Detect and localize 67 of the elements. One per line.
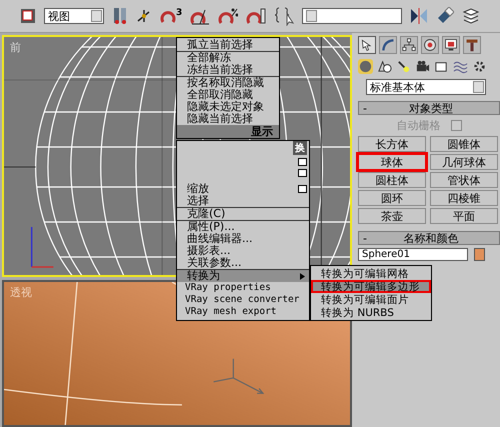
color-swatch[interactable] xyxy=(474,248,485,261)
hierarchy-tab-icon[interactable] xyxy=(400,36,418,54)
menu-item[interactable]: 选择 xyxy=(177,195,309,207)
menu-item[interactable]: 转换为 xyxy=(177,270,309,282)
transform-icon[interactable] xyxy=(136,8,152,24)
named-selection-field[interactable] xyxy=(302,8,402,24)
primitive-button[interactable]: 管状体 xyxy=(430,172,498,188)
primitive-button[interactable]: 圆柱体 xyxy=(358,172,426,188)
align-icon[interactable] xyxy=(436,7,454,25)
light-icon[interactable] xyxy=(396,59,411,74)
primitive-button[interactable]: 几何球体 xyxy=(430,154,498,170)
menu-item[interactable]: 属性(P)... xyxy=(177,221,309,233)
modify-tab-icon[interactable] xyxy=(379,36,397,54)
window-crossing-icon[interactable] xyxy=(20,8,36,24)
menu-item[interactable]: 隐藏未选定对象 xyxy=(177,101,279,113)
primitive-button[interactable]: 茶壶 xyxy=(358,208,426,224)
menu-item[interactable]: 全部取消隐藏 xyxy=(177,89,279,101)
menu-item[interactable]: 摄影表... xyxy=(177,245,309,257)
menu-item[interactable]: 隐藏当前选择 xyxy=(177,113,279,125)
angle-snap-icon[interactable] xyxy=(190,7,210,25)
autogrid-label: 自动栅格 xyxy=(396,118,440,133)
menu-item[interactable]: 按名称取消隐藏 xyxy=(177,77,279,89)
display-tab-icon[interactable] xyxy=(442,36,460,54)
square-icon xyxy=(298,158,307,166)
mirror-icon[interactable] xyxy=(410,7,428,25)
menu-item[interactable]: VRay properties xyxy=(177,282,309,294)
primitive-button[interactable]: 长方体 xyxy=(358,136,426,152)
menu-item[interactable]: VRay scene converter xyxy=(177,294,309,306)
menu-item[interactable]: 转换为可编辑多边形 xyxy=(311,280,431,293)
menu-item[interactable]: 缩放 xyxy=(177,183,309,195)
menu-item[interactable]: 孤立当前选择 xyxy=(177,39,279,51)
create-tab-icon[interactable] xyxy=(358,36,376,54)
menu-item[interactable]: 冻结当前选择 xyxy=(177,64,279,76)
square-icon xyxy=(298,169,307,177)
shape-icon[interactable] xyxy=(377,59,392,74)
rollout-header[interactable]: - 名称和颜色 xyxy=(358,231,500,245)
submenu-arrow-icon xyxy=(300,272,305,280)
primitive-button[interactable]: 圆锥体 xyxy=(430,136,498,152)
percent-snap-icon[interactable] xyxy=(218,7,238,25)
hammer-icon[interactable] xyxy=(463,36,481,54)
menu-item[interactable]: VRay mesh export xyxy=(177,306,309,318)
rollout-header[interactable]: - 对象类型 xyxy=(358,101,500,115)
systems-icon[interactable] xyxy=(472,59,487,74)
menu-item[interactable]: 关联参数... xyxy=(177,257,309,269)
quad-header: 换 xyxy=(293,141,307,155)
pivot-icon[interactable] xyxy=(112,6,128,26)
spinner-snap-icon[interactable] xyxy=(246,7,266,25)
primitive-button[interactable]: 四棱锥 xyxy=(430,190,498,206)
primitive-button[interactable]: 平面 xyxy=(430,208,498,224)
named-selection-icon[interactable] xyxy=(274,6,294,26)
quad-header: 显示 xyxy=(177,125,279,138)
view-dropdown[interactable]: 视图 xyxy=(44,8,104,24)
menu-item[interactable]: 全部解冻 xyxy=(177,52,279,64)
camera-icon[interactable] xyxy=(415,59,430,74)
viewport-label: 前 xyxy=(10,40,21,55)
primitive-button[interactable]: 球体 xyxy=(358,154,426,170)
layers-icon[interactable] xyxy=(462,7,480,25)
name-field[interactable]: Sphere01 xyxy=(358,248,468,261)
menu-item[interactable]: 克隆(C) xyxy=(177,208,309,220)
sphere-icon[interactable] xyxy=(358,59,373,74)
viewport-label: 透视 xyxy=(10,285,32,300)
menu-item[interactable]: 曲线编辑器... xyxy=(177,233,309,245)
spacewarp-icon[interactable] xyxy=(453,59,468,74)
menu-item[interactable]: 转换为可编辑网格 xyxy=(311,267,431,280)
primitive-button[interactable]: 圆环 xyxy=(358,190,426,206)
category-dropdown[interactable]: 标准基本体 xyxy=(366,79,486,95)
motion-tab-icon[interactable] xyxy=(421,36,439,54)
